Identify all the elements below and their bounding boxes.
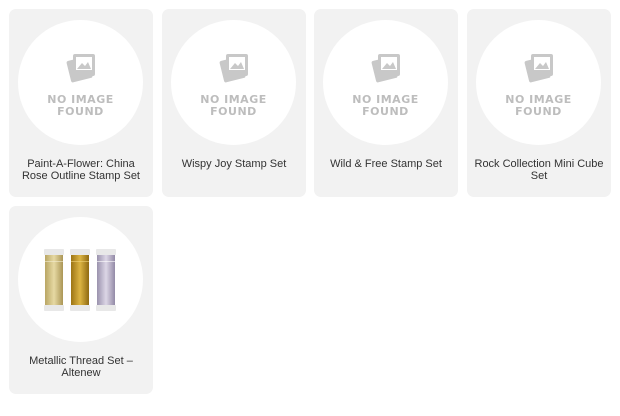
no-image-label: NO IMAGE FOUND — [47, 93, 114, 118]
product-thumbnail[interactable]: NO IMAGE FOUND — [476, 20, 601, 145]
product-title[interactable]: Wispy Joy Stamp Set — [168, 158, 300, 170]
product-grid: NO IMAGE FOUND Paint-A-Flower: China Ros… — [0, 0, 620, 416]
no-image-photo-icon — [66, 54, 95, 83]
product-title[interactable]: Paint-A-Flower: China Rose Outline Stamp… — [15, 158, 147, 182]
thread-spool-silver — [96, 249, 116, 311]
no-image-label: NO IMAGE FOUND — [352, 93, 419, 118]
thread-spool-light-gold — [44, 249, 64, 311]
product-thumbnail[interactable]: NO IMAGE FOUND — [171, 20, 296, 145]
thread-spool-gold — [70, 249, 90, 311]
thread-spools-image — [44, 249, 116, 311]
no-image-photo-icon — [371, 54, 400, 83]
product-card[interactable]: NO IMAGE FOUND Paint-A-Flower: China Ros… — [9, 9, 153, 197]
product-card[interactable]: Metallic Thread Set – Altenew — [9, 206, 153, 394]
product-thumbnail[interactable]: NO IMAGE FOUND — [18, 20, 143, 145]
no-image-label: NO IMAGE FOUND — [200, 93, 267, 118]
product-card[interactable]: NO IMAGE FOUND Rock Collection Mini Cube… — [467, 9, 611, 197]
product-thumbnail[interactable]: NO IMAGE FOUND — [323, 20, 448, 145]
product-card[interactable]: NO IMAGE FOUND Wispy Joy Stamp Set — [162, 9, 306, 197]
product-thumbnail[interactable] — [18, 217, 143, 342]
product-title[interactable]: Wild & Free Stamp Set — [320, 158, 452, 170]
no-image-label: NO IMAGE FOUND — [505, 93, 572, 118]
product-card[interactable]: NO IMAGE FOUND Wild & Free Stamp Set — [314, 9, 458, 197]
product-title[interactable]: Metallic Thread Set – Altenew — [15, 355, 147, 379]
no-image-photo-icon — [524, 54, 553, 83]
no-image-photo-icon — [219, 54, 248, 83]
product-title[interactable]: Rock Collection Mini Cube Set — [473, 158, 605, 182]
